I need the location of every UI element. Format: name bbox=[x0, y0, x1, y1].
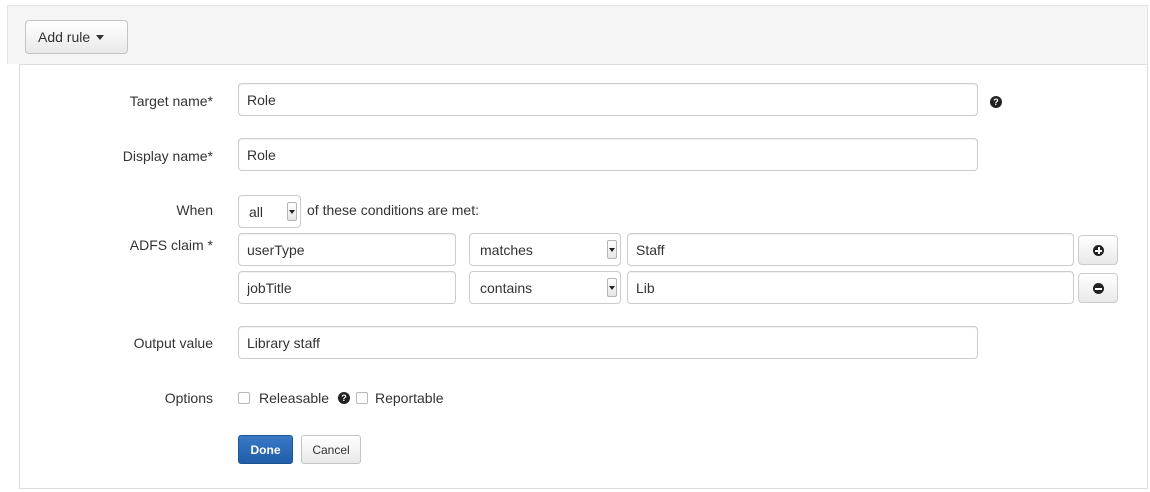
display-name-label: Display name* bbox=[122, 148, 213, 164]
remove-condition-button[interactable] bbox=[1078, 273, 1118, 303]
releasable-label: Releasable bbox=[259, 390, 330, 406]
dropdown-arrow-icon bbox=[607, 278, 617, 297]
condition-claim-input[interactable] bbox=[238, 233, 456, 266]
condition-operator-value: matches bbox=[480, 241, 533, 258]
condition-claim-input[interactable] bbox=[238, 271, 456, 304]
target-name-label: Target name* bbox=[129, 93, 213, 109]
adfs-claim-label: ADFS claim * bbox=[129, 237, 213, 253]
reportable-label: Reportable bbox=[375, 390, 444, 406]
reportable-checkbox[interactable] bbox=[356, 392, 368, 404]
options-label: Options bbox=[164, 390, 213, 406]
toolbar: Add rule bbox=[7, 5, 1148, 64]
condition-value-input[interactable] bbox=[627, 271, 1074, 304]
condition-operator-value: contains bbox=[480, 279, 533, 296]
question-circle-icon[interactable]: ? bbox=[338, 392, 350, 404]
add-rule-button[interactable]: Add rule bbox=[25, 20, 128, 54]
dropdown-arrow-icon bbox=[287, 202, 297, 221]
releasable-checkbox[interactable] bbox=[238, 392, 250, 404]
add-condition-button[interactable] bbox=[1078, 235, 1118, 265]
target-name-input[interactable] bbox=[238, 83, 978, 116]
caret-down-icon bbox=[96, 34, 105, 40]
rule-form-panel: Target name* ? Display name* When all of… bbox=[19, 64, 1148, 489]
match-mode-select[interactable]: all bbox=[238, 195, 301, 228]
dropdown-arrow-icon bbox=[607, 240, 617, 259]
condition-value-input[interactable] bbox=[627, 233, 1074, 266]
output-value-label: Output value bbox=[133, 335, 213, 351]
minus-circle-icon bbox=[1093, 283, 1104, 294]
plus-circle-icon bbox=[1093, 245, 1104, 256]
done-button[interactable]: Done bbox=[238, 435, 293, 464]
condition-operator-select[interactable]: contains bbox=[469, 271, 621, 304]
match-mode-value: all bbox=[249, 203, 264, 220]
condition-operator-select[interactable]: matches bbox=[469, 233, 621, 266]
output-value-input[interactable] bbox=[238, 326, 978, 359]
display-name-input[interactable] bbox=[238, 138, 978, 171]
cancel-button[interactable]: Cancel bbox=[301, 435, 361, 464]
question-circle-icon[interactable]: ? bbox=[990, 96, 1002, 108]
when-label: When bbox=[176, 202, 213, 218]
conditions-suffix-text: of these conditions are met: bbox=[307, 202, 479, 218]
add-rule-label: Add rule bbox=[38, 29, 91, 45]
